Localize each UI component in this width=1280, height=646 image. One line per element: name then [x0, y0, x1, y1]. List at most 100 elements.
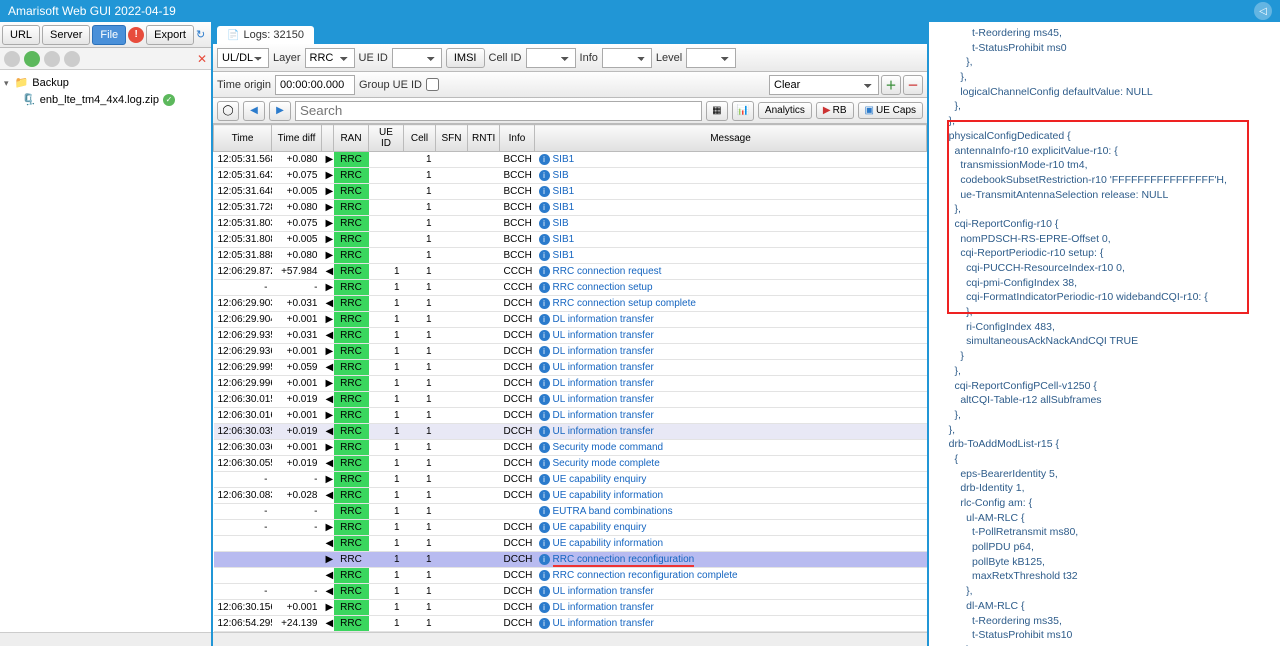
refresh-icon[interactable]: ↻ [196, 28, 205, 41]
log-row[interactable]: ◀RRC11DCCHiRRC connection reconfiguratio… [214, 568, 927, 584]
log-row[interactable]: --RRC11iEUTRA band combinations [214, 504, 927, 520]
analytics-button[interactable]: Analytics [758, 102, 812, 119]
message-text: UL information transfer [553, 426, 654, 437]
log-row[interactable]: --▶RRC11CCCHiRRC connection setup [214, 280, 927, 296]
col-header[interactable]: SFN [436, 125, 468, 152]
zip-icon [22, 93, 36, 106]
server-button[interactable]: Server [42, 25, 90, 45]
message-text: SIB [553, 218, 569, 229]
log-row[interactable]: 12:05:31.803+0.075▶RRC1BCCHiSIB [214, 216, 927, 232]
log-table: TimeTime diff RANUE IDCellSFNRNTIInfoMess… [213, 124, 927, 632]
clear-select[interactable]: Clear [769, 75, 879, 95]
log-row[interactable]: 12:06:29.935+0.031◀RRC11DCCHiUL informat… [214, 328, 927, 344]
time-origin-input[interactable] [275, 75, 355, 95]
log-row[interactable]: ◀RRC11DCCHiUE capability information [214, 536, 927, 552]
prev-button[interactable]: ◀ [243, 101, 265, 121]
log-row[interactable]: 12:06:30.035+0.019◀RRC11DCCHiUL informat… [214, 424, 927, 440]
col-header[interactable]: Time diff [272, 125, 322, 152]
filter-level[interactable] [686, 48, 736, 68]
close-icon[interactable]: ✕ [197, 52, 207, 66]
search-input[interactable] [295, 101, 702, 121]
circle-icon[interactable]: ◯ [217, 101, 239, 121]
export-button[interactable]: Export [146, 25, 194, 45]
col-header[interactable]: Info [500, 125, 535, 152]
chart-icon[interactable]: 📊 [732, 101, 754, 121]
info-icon: i [539, 250, 550, 261]
log-row[interactable]: 12:06:30.083+0.028◀RRC11DCCHiUE capabili… [214, 488, 927, 504]
log-row[interactable]: 12:05:31.728+0.080▶RRC1BCCHiSIB1 [214, 200, 927, 216]
tree-root[interactable]: Backup [4, 74, 207, 91]
next-button[interactable]: ▶ [269, 101, 291, 121]
group-ueid-checkbox[interactable] [426, 78, 439, 91]
log-row[interactable]: --▶RRC11DCCHiUE capability enquiry [214, 520, 927, 536]
rb-button[interactable]: ▶RB [816, 102, 854, 119]
info-icon: i [539, 394, 550, 405]
filter-imsi[interactable]: IMSI [446, 48, 485, 68]
status-dot-4 [64, 51, 80, 67]
filter-uldl[interactable]: UL/DL [217, 48, 269, 68]
url-button[interactable]: URL [2, 25, 40, 45]
remove-button[interactable]: － [903, 75, 923, 95]
log-row[interactable]: 12:05:31.808+0.005▶RRC1BCCHiSIB1 [214, 232, 927, 248]
info-icon: i [539, 618, 550, 629]
log-row[interactable]: 12:06:29.936+0.001▶RRC11DCCHiDL informat… [214, 344, 927, 360]
filter-layer[interactable]: RRC [305, 48, 355, 68]
group-ueid-label: Group UE ID [359, 79, 422, 91]
expand-icon[interactable] [4, 77, 11, 89]
sidebar: URL Server File ! Export ↻ ✕ Backup [0, 22, 213, 646]
log-row[interactable]: --▶RRC11DCCHiUE capability enquiry [214, 472, 927, 488]
info-icon: i [539, 506, 550, 517]
collapse-icon[interactable]: ◁ [1254, 2, 1272, 20]
filter-ueid[interactable] [392, 48, 442, 68]
log-table-wrap[interactable]: TimeTime diff RANUE IDCellSFNRNTIInfoMess… [213, 124, 927, 632]
tab-label: Logs: 32150 [243, 29, 304, 41]
log-row[interactable]: 12:06:29.995+0.059◀RRC11DCCHiUL informat… [214, 360, 927, 376]
message-text: SIB1 [553, 234, 575, 245]
log-row[interactable]: 12:06:54.296+0.001▶RRC11DCCHiRRC connect… [214, 632, 927, 633]
message-text: SIB1 [553, 186, 575, 197]
tab-logs[interactable]: Logs: 32150 [217, 26, 314, 44]
add-button[interactable]: ＋ [881, 75, 901, 95]
log-row[interactable]: 12:06:30.055+0.019◀RRC11DCCHiSecurity mo… [214, 456, 927, 472]
log-row[interactable]: 12:06:54.295+24.139◀RRC11DCCHiUL informa… [214, 616, 927, 632]
log-row[interactable]: 12:06:30.156+0.001▶RRC11DCCHiDL informat… [214, 600, 927, 616]
col-header[interactable] [322, 125, 334, 152]
info-icon: i [539, 474, 550, 485]
log-row[interactable]: ▶RRC11DCCHiRRC connection reconfiguratio… [214, 552, 927, 568]
file-button[interactable]: File [92, 25, 126, 45]
tree-file[interactable]: enb_lte_tm4_4x4.log.zip ✓ [4, 91, 207, 108]
info-icon: i [539, 362, 550, 373]
info-icon: i [539, 298, 550, 309]
log-row[interactable]: 12:05:31.568+0.080▶RRC1BCCHiSIB1 [214, 152, 927, 168]
log-row[interactable]: 12:06:29.872+57.984◀RRC11CCCHiRRC connec… [214, 264, 927, 280]
log-row[interactable]: --◀RRC11DCCHiUL information transfer [214, 584, 927, 600]
log-row[interactable]: 12:06:29.903+0.031◀RRC11DCCHiRRC connect… [214, 296, 927, 312]
message-text: DL information transfer [553, 410, 654, 421]
log-row[interactable]: 12:06:29.904+0.001▶RRC11DCCHiDL informat… [214, 312, 927, 328]
columns-icon[interactable]: ▦ [706, 101, 728, 121]
log-row[interactable]: 12:06:30.036+0.001▶RRC11DCCHiSecurity mo… [214, 440, 927, 456]
detail-pane[interactable]: t-Reordering ms45, t-StatusProhibit ms0 … [929, 22, 1280, 646]
filter-info[interactable] [602, 48, 652, 68]
log-row[interactable]: 12:05:31.643+0.075▶RRC1BCCHiSIB [214, 168, 927, 184]
log-row[interactable]: 12:06:30.016+0.001▶RRC11DCCHiDL informat… [214, 408, 927, 424]
sidebar-scrollbar[interactable] [0, 632, 211, 646]
info-label: Info [580, 52, 598, 64]
log-row[interactable]: 12:06:30.015+0.019◀RRC11DCCHiUL informat… [214, 392, 927, 408]
alert-icon[interactable]: ! [128, 27, 144, 43]
uecaps-button[interactable]: ▣UE Caps [858, 102, 923, 119]
log-row[interactable]: 12:05:31.648+0.005▶RRC1BCCHiSIB1 [214, 184, 927, 200]
col-header[interactable]: Message [535, 125, 927, 152]
log-row[interactable]: 12:06:29.996+0.001▶RRC11DCCHiDL informat… [214, 376, 927, 392]
col-header[interactable]: Cell [404, 125, 436, 152]
info-icon: i [539, 218, 550, 229]
message-text: DL information transfer [553, 346, 654, 357]
col-header[interactable]: UE ID [369, 125, 404, 152]
message-text: SIB1 [553, 250, 575, 261]
center-scrollbar[interactable] [213, 632, 927, 646]
col-header[interactable]: Time [214, 125, 272, 152]
col-header[interactable]: RNTI [468, 125, 500, 152]
log-row[interactable]: 12:05:31.888+0.080▶RRC1BCCHiSIB1 [214, 248, 927, 264]
filter-cellid[interactable] [526, 48, 576, 68]
col-header[interactable]: RAN [334, 125, 369, 152]
